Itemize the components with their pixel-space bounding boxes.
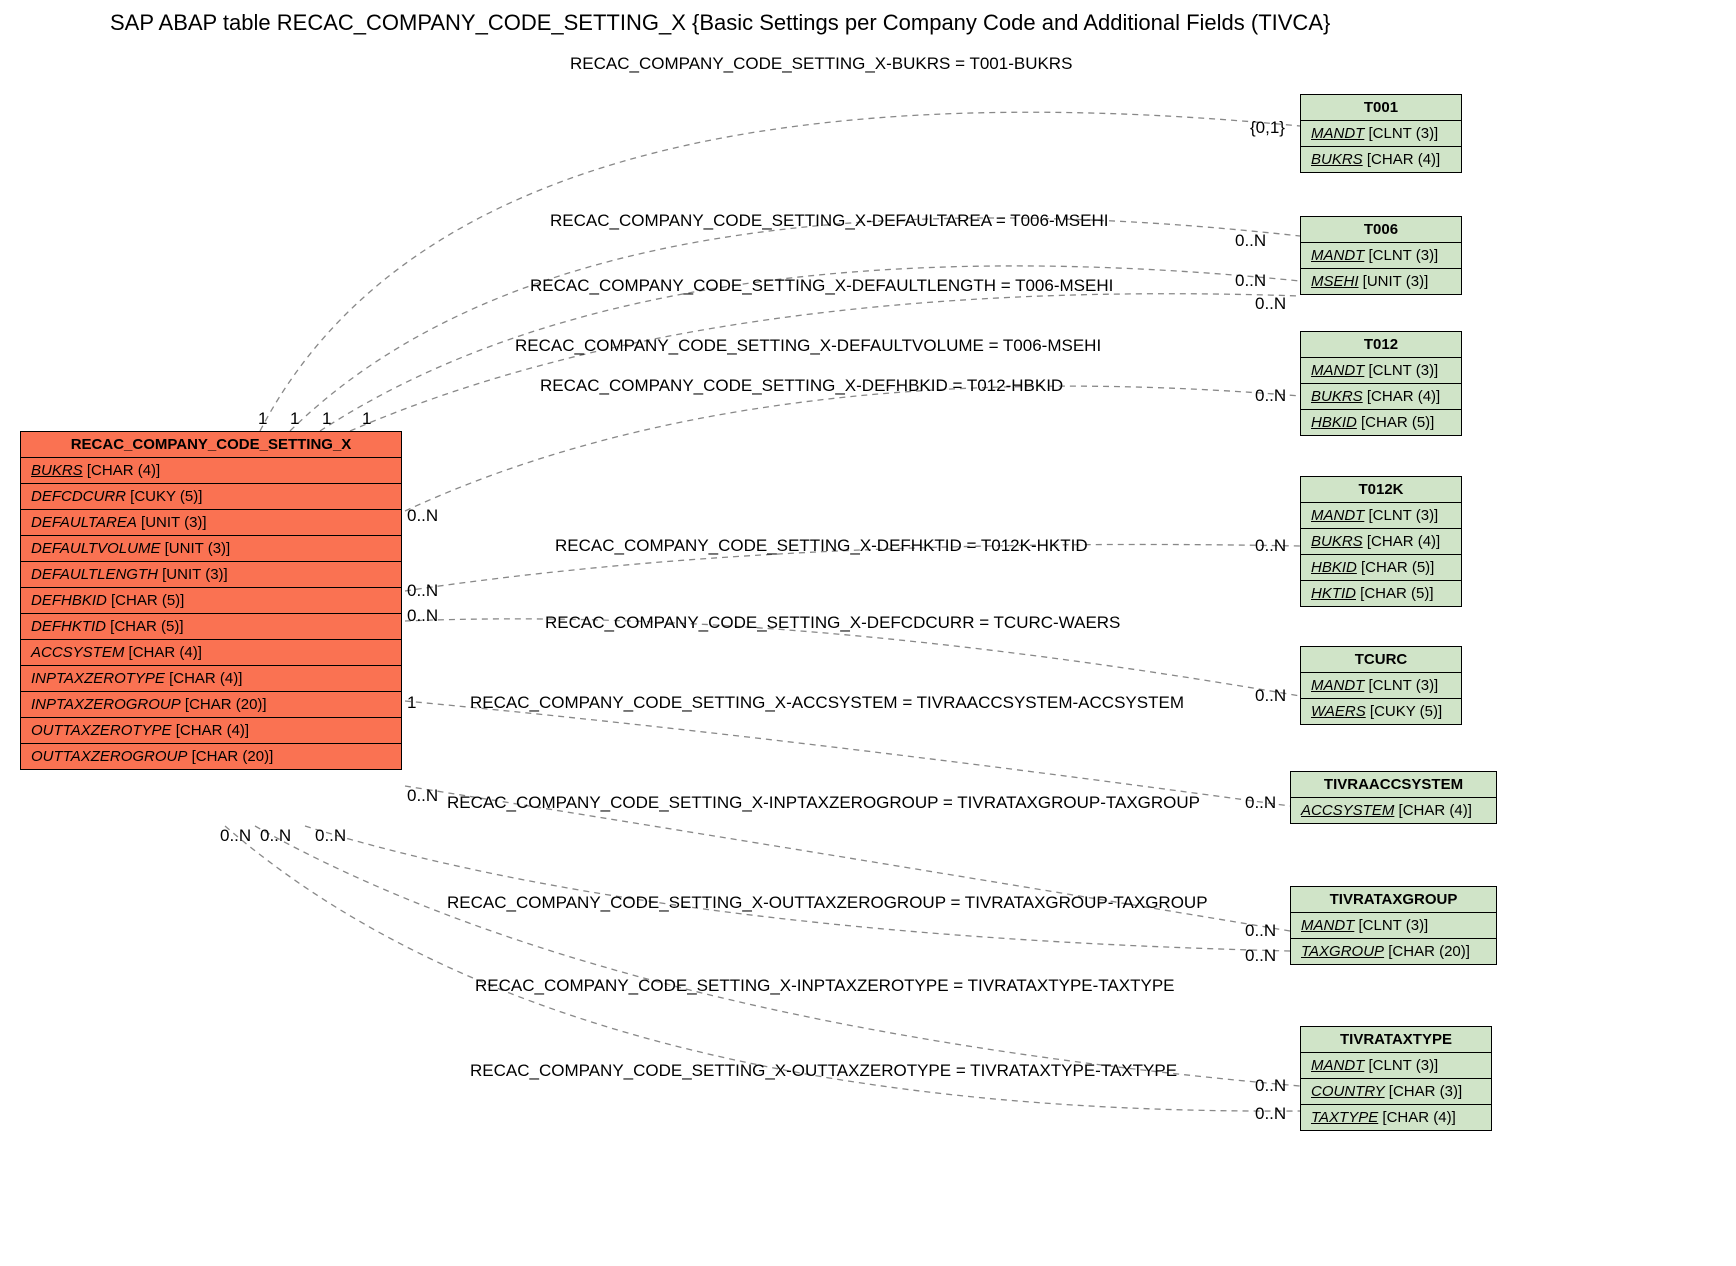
entity-header: TCURC [1301,647,1461,673]
entity-field: HBKID [CHAR (5)] [1301,410,1461,435]
edge-label: RECAC_COMPANY_CODE_SETTING_X-ACCSYSTEM =… [470,693,1184,713]
entity-field: HKTID [CHAR (5)] [1301,581,1461,606]
entity-field: DEFCDCURR [CUKY (5)] [21,484,401,510]
entity-t001: T001MANDT [CLNT (3)]BUKRS [CHAR (4)] [1300,94,1462,173]
entity-field: MANDT [CLNT (3)] [1301,503,1461,529]
entity-field: HBKID [CHAR (5)] [1301,555,1461,581]
entity-field: BUKRS [CHAR (4)] [21,458,401,484]
entity-main-header: RECAC_COMPANY_CODE_SETTING_X [21,432,401,458]
entity-field: DEFAULTLENGTH [UNIT (3)] [21,562,401,588]
entity-header: T001 [1301,95,1461,121]
edge-label: RECAC_COMPANY_CODE_SETTING_X-DEFAULTAREA… [550,211,1108,231]
entity-field: DEFAULTAREA [UNIT (3)] [21,510,401,536]
cardinality: 0..N [1235,231,1266,251]
cardinality: 0..N [220,826,251,846]
entity-t012: T012MANDT [CLNT (3)]BUKRS [CHAR (4)]HBKI… [1300,331,1462,436]
entity-field: BUKRS [CHAR (4)] [1301,384,1461,410]
entity-field: MANDT [CLNT (3)] [1301,1053,1491,1079]
entity-field: INPTAXZEROGROUP [CHAR (20)] [21,692,401,718]
cardinality: 1 [362,409,371,429]
cardinality: 1 [407,693,416,713]
cardinality: 0..N [1245,793,1276,813]
entity-header: T012 [1301,332,1461,358]
entity-field: MANDT [CLNT (3)] [1291,913,1496,939]
entity-header: T006 [1301,217,1461,243]
cardinality: 0..N [1245,921,1276,941]
entity-main: RECAC_COMPANY_CODE_SETTING_X BUKRS [CHAR… [20,431,402,770]
edge-label: RECAC_COMPANY_CODE_SETTING_X-OUTTAXZEROG… [447,893,1208,913]
cardinality: 1 [322,409,331,429]
entity-field: OUTTAXZEROTYPE [CHAR (4)] [21,718,401,744]
cardinality: {0,1} [1250,118,1285,138]
entity-field: TAXTYPE [CHAR (4)] [1301,1105,1491,1130]
edge-label: RECAC_COMPANY_CODE_SETTING_X-INPTAXZEROG… [447,793,1200,813]
page-title: SAP ABAP table RECAC_COMPANY_CODE_SETTIN… [10,10,1736,36]
cardinality: 0..N [260,826,291,846]
entity-header: TIVRATAXGROUP [1291,887,1496,913]
cardinality: 0..N [1255,1104,1286,1124]
edge-label: RECAC_COMPANY_CODE_SETTING_X-DEFCDCURR =… [545,613,1120,633]
entity-field: MSEHI [UNIT (3)] [1301,269,1461,294]
entity-field: COUNTRY [CHAR (3)] [1301,1079,1491,1105]
entity-field: MANDT [CLNT (3)] [1301,121,1461,147]
cardinality: 0..N [1255,1076,1286,1096]
entity-field: OUTTAXZEROGROUP [CHAR (20)] [21,744,401,769]
cardinality: 0..N [1235,271,1266,291]
edge-label: RECAC_COMPANY_CODE_SETTING_X-INPTAXZEROT… [475,976,1175,996]
entity-field: DEFHBKID [CHAR (5)] [21,588,401,614]
cardinality: 0..N [407,581,438,601]
entity-field: ACCSYSTEM [CHAR (4)] [1291,798,1496,823]
cardinality: 0..N [407,606,438,626]
entity-field: MANDT [CLNT (3)] [1301,673,1461,699]
cardinality: 0..N [1245,946,1276,966]
entity-field: BUKRS [CHAR (4)] [1301,147,1461,172]
entity-header: TIVRATAXTYPE [1301,1027,1491,1053]
entity-tcurc: TCURCMANDT [CLNT (3)]WAERS [CUKY (5)] [1300,646,1462,725]
entity-field: BUKRS [CHAR (4)] [1301,529,1461,555]
cardinality: 0..N [1255,294,1286,314]
entity-field: INPTAXZEROTYPE [CHAR (4)] [21,666,401,692]
cardinality: 1 [290,409,299,429]
entity-field: TAXGROUP [CHAR (20)] [1291,939,1496,964]
cardinality: 0..N [1255,686,1286,706]
entity-field: ACCSYSTEM [CHAR (4)] [21,640,401,666]
edge-label: RECAC_COMPANY_CODE_SETTING_X-DEFAULTVOLU… [515,336,1101,356]
edge-label: RECAC_COMPANY_CODE_SETTING_X-OUTTAXZEROT… [470,1061,1177,1081]
entity-field: WAERS [CUKY (5)] [1301,699,1461,724]
entity-t012k: T012KMANDT [CLNT (3)]BUKRS [CHAR (4)]HBK… [1300,476,1462,607]
entity-field: MANDT [CLNT (3)] [1301,358,1461,384]
entity-t006: T006MANDT [CLNT (3)]MSEHI [UNIT (3)] [1300,216,1462,295]
entity-header: TIVRAACCSYSTEM [1291,772,1496,798]
cardinality: 0..N [407,506,438,526]
entity-field: DEFHKTID [CHAR (5)] [21,614,401,640]
cardinality: 0..N [407,786,438,806]
entity-header: T012K [1301,477,1461,503]
cardinality: 1 [258,409,267,429]
entity-field: DEFAULTVOLUME [UNIT (3)] [21,536,401,562]
edge-label: RECAC_COMPANY_CODE_SETTING_X-DEFAULTLENG… [530,276,1113,296]
diagram-canvas: RECAC_COMPANY_CODE_SETTING_X BUKRS [CHAR… [10,36,1726,1256]
entity-tivraaccsystem: TIVRAACCSYSTEMACCSYSTEM [CHAR (4)] [1290,771,1497,824]
cardinality: 0..N [1255,386,1286,406]
entity-field: MANDT [CLNT (3)] [1301,243,1461,269]
entity-tivrataxgroup: TIVRATAXGROUPMANDT [CLNT (3)]TAXGROUP [C… [1290,886,1497,965]
edge-label: RECAC_COMPANY_CODE_SETTING_X-DEFHKTID = … [555,536,1088,556]
cardinality: 0..N [1255,536,1286,556]
cardinality: 0..N [315,826,346,846]
entity-tivrataxtype: TIVRATAXTYPEMANDT [CLNT (3)]COUNTRY [CHA… [1300,1026,1492,1131]
edge-label: RECAC_COMPANY_CODE_SETTING_X-DEFHBKID = … [540,376,1063,396]
edge-label: RECAC_COMPANY_CODE_SETTING_X-BUKRS = T00… [570,54,1072,74]
